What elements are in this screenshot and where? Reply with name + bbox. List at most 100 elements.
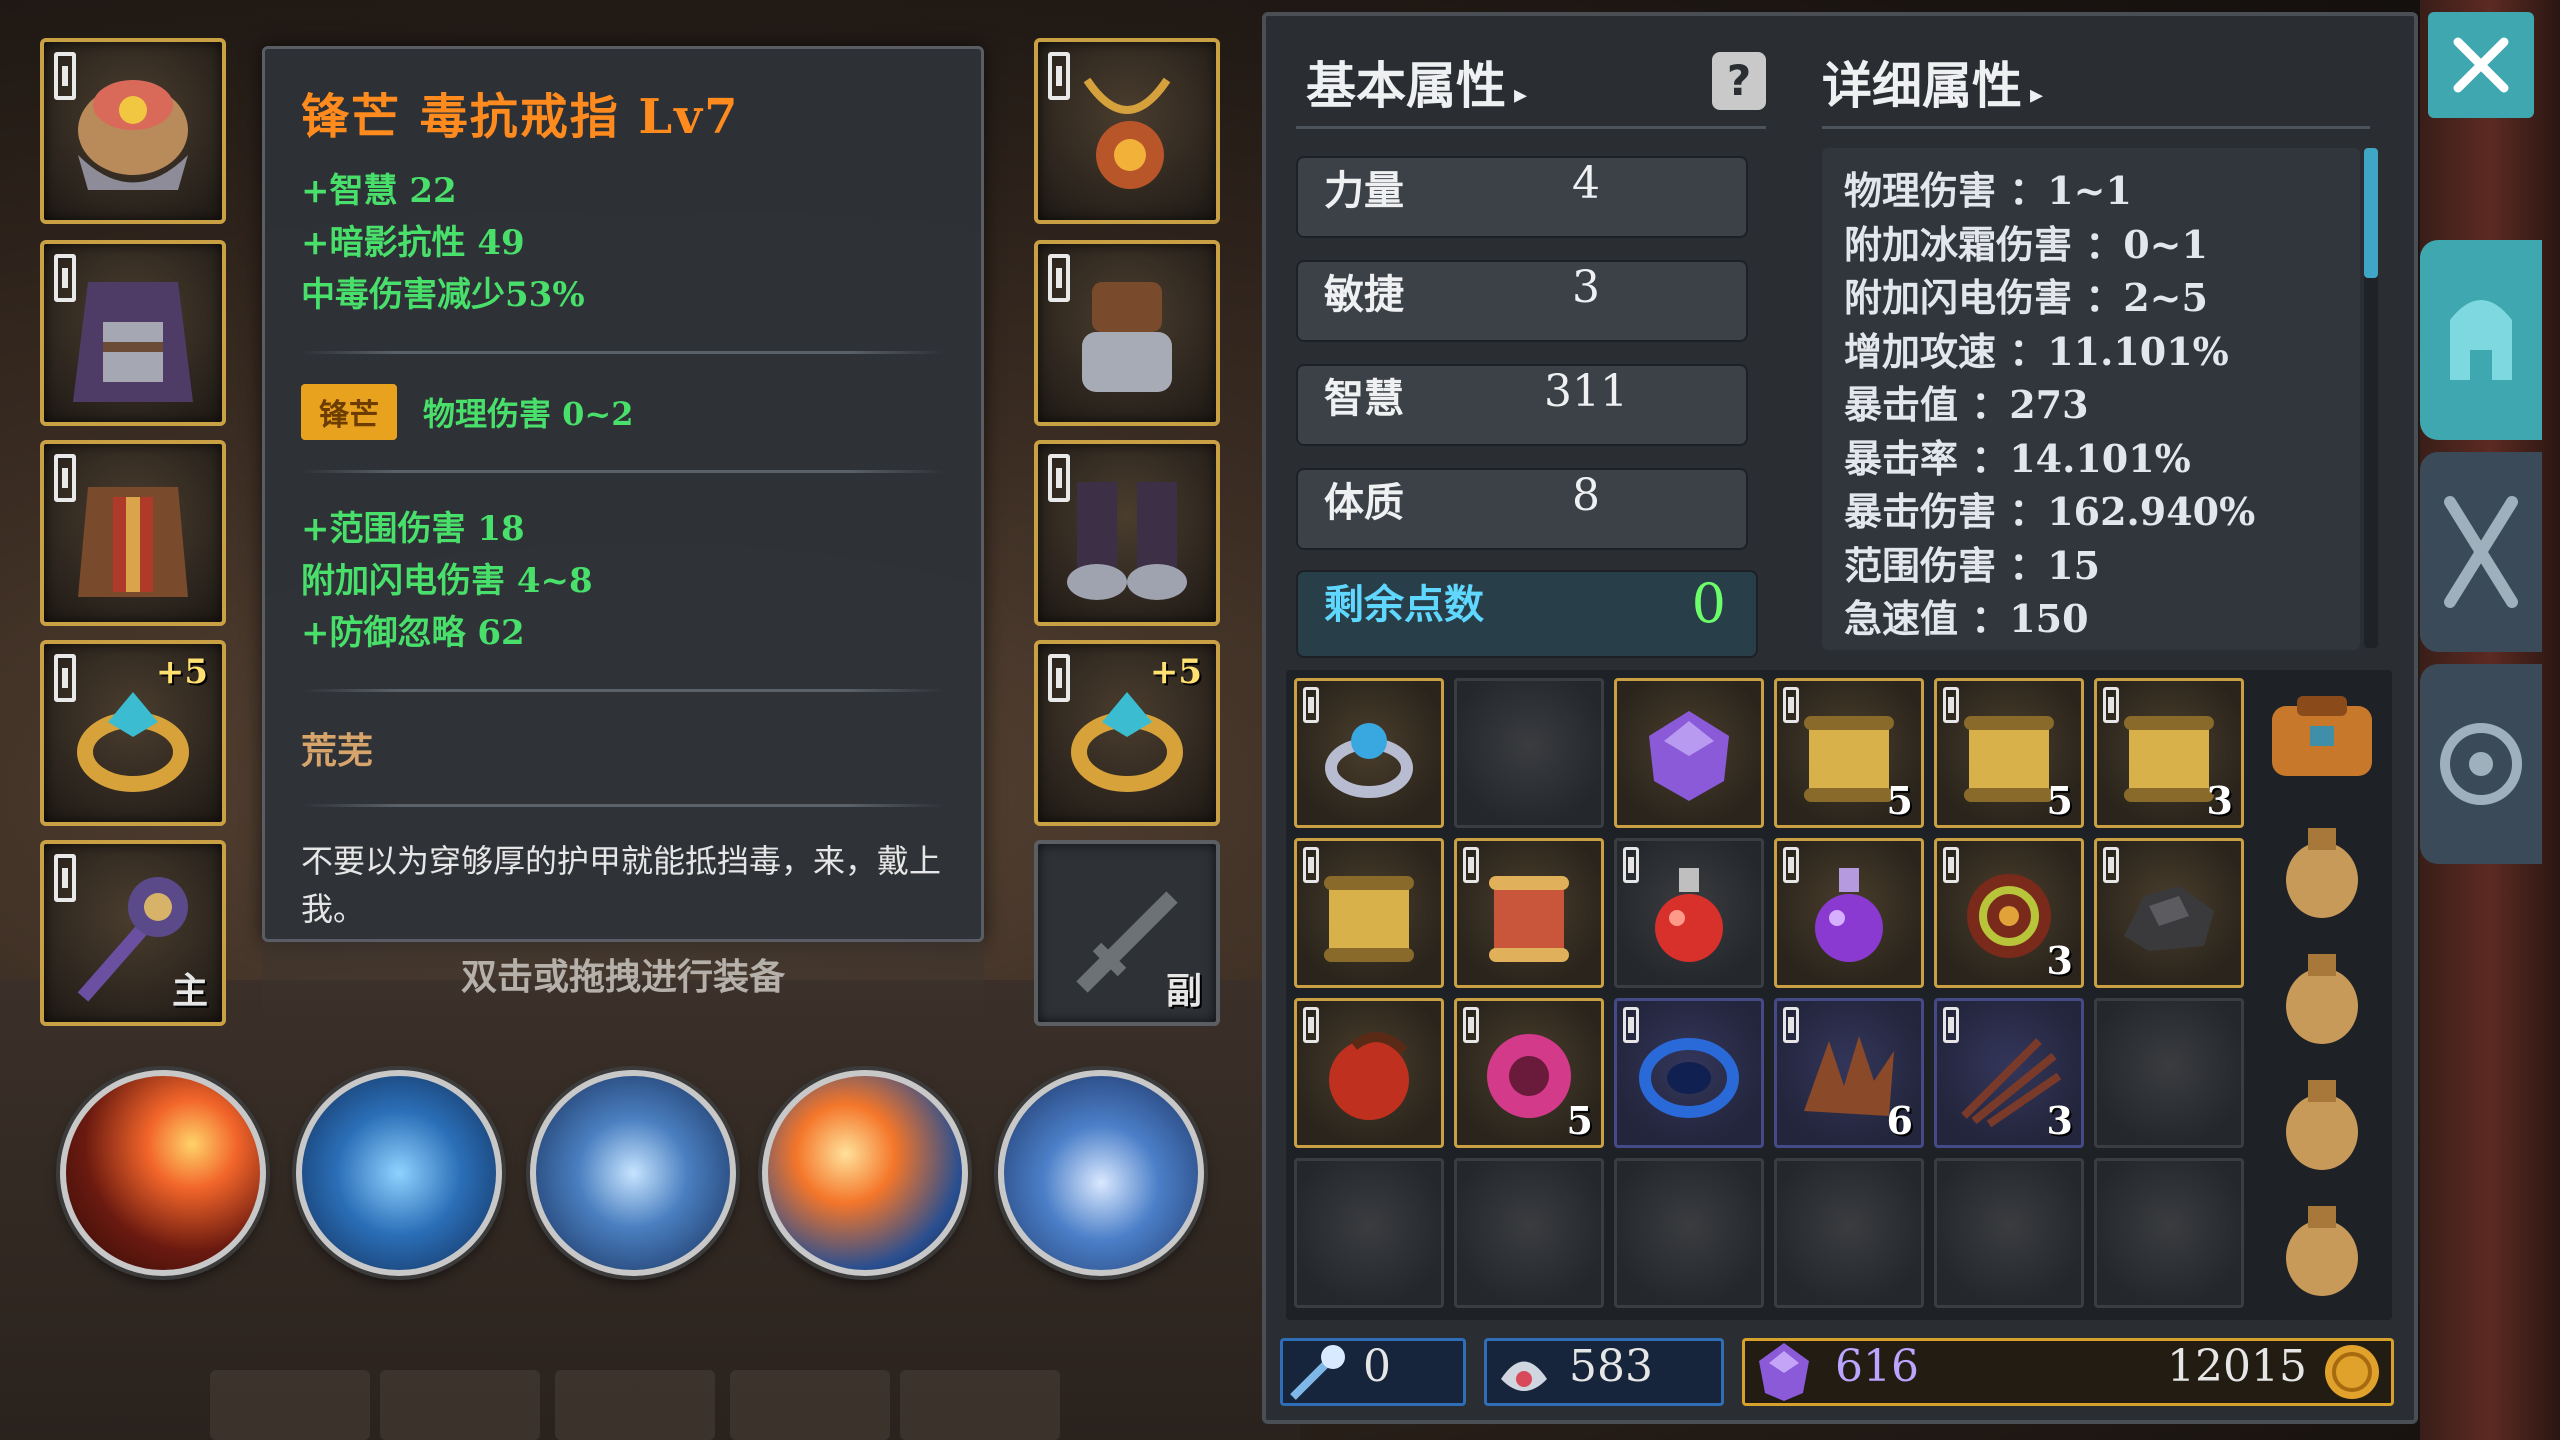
detail-attributes-tab[interactable]: 详细属性 ▸ xyxy=(1822,46,2043,118)
equip-slot-armor[interactable] xyxy=(40,440,226,626)
remaining-points-label: 剩余点数 xyxy=(1324,581,1484,628)
inventory-slot-empty[interactable] xyxy=(2094,998,2244,1148)
inventory-slot-scroll[interactable] xyxy=(1294,838,1444,988)
skill-fireball[interactable] xyxy=(60,1070,266,1276)
inventory-slot-empty[interactable] xyxy=(1934,1158,2084,1308)
crystal-icon xyxy=(1759,1343,1809,1401)
tab-skills[interactable] xyxy=(2420,452,2542,652)
divider xyxy=(301,351,945,354)
sword-icon xyxy=(1076,890,1178,993)
skill-meteor[interactable] xyxy=(762,1070,968,1276)
item-description: 不要以为穿够厚的护甲就能抵挡毒，来，戴上我。 xyxy=(301,842,942,928)
equip-slot-boots[interactable] xyxy=(1034,440,1220,626)
basic-attributes-tab[interactable]: 基本属性 ▸ xyxy=(1306,46,1527,118)
scroll-icon xyxy=(1324,875,1414,962)
detail-stat: 暴击率 ：14.101% xyxy=(1844,435,2191,481)
skill-lightning-orb[interactable] xyxy=(530,1070,736,1276)
red-orb-icon xyxy=(1329,1032,1409,1120)
equip-slot-ring-right[interactable]: +5 xyxy=(1034,640,1220,826)
detail-stats-list[interactable]: 物理伤害 ：1~1 附加冰霜伤害 ：0~1 附加闪电伤害 ：2~5 增加攻速 ：… xyxy=(1822,148,2360,650)
close-button[interactable] xyxy=(2428,12,2534,118)
caret-icon: ▸ xyxy=(1514,80,1528,110)
equip-slot-helmet[interactable] xyxy=(40,38,226,224)
skill-dash[interactable] xyxy=(998,1070,1204,1276)
inventory-slot-empty[interactable] xyxy=(1454,678,1604,828)
close-icon xyxy=(2453,37,2509,93)
purple-potion-icon xyxy=(1815,867,1883,962)
background-stone xyxy=(210,1370,370,1440)
item-count: 5 xyxy=(1566,1098,1593,1143)
stat-constitution: 体质 8 xyxy=(1296,468,1748,550)
item-count: 3 xyxy=(2046,938,2073,983)
equip-slot-ring-left[interactable]: +5 xyxy=(40,640,226,826)
detail-stat: 增加攻速 ：11.101% xyxy=(1844,328,2229,374)
inventory-slot-empty[interactable] xyxy=(1294,1158,1444,1308)
item-set-name: 荒芜 xyxy=(301,730,374,772)
helmet-tab-icon xyxy=(2450,300,2512,380)
item-extra-stat: +防御忽略 62 xyxy=(301,613,525,653)
inventory-slot-gem[interactable] xyxy=(1614,678,1764,828)
stat-agility: 敏捷 3 xyxy=(1296,260,1748,342)
equip-slot-necklace[interactable] xyxy=(1034,38,1220,224)
remaining-points-value: 0 xyxy=(1691,572,1726,635)
tab-settings[interactable] xyxy=(2420,664,2542,864)
inventory-slot-red-potion[interactable] xyxy=(1614,838,1764,988)
inventory-slot-empty[interactable] xyxy=(2094,1158,2244,1308)
inventory-slot-empty[interactable] xyxy=(1454,1158,1604,1308)
target-tab-icon xyxy=(2440,723,2522,805)
skill-ice-shield[interactable] xyxy=(296,1070,502,1276)
item-title: 锋芒 毒抗戒指 Lv7 xyxy=(301,89,740,145)
detail-scrollbar[interactable] xyxy=(2364,148,2378,648)
ore-icon xyxy=(2124,885,2214,951)
inventory-slot-fur[interactable]: 6 xyxy=(1774,998,1924,1148)
inventory-slot-scroll[interactable]: 3 xyxy=(2094,678,2244,828)
backpack-icon[interactable] xyxy=(2262,676,2382,796)
boots-icon xyxy=(1067,481,1187,600)
equip-slot-main-weapon[interactable]: 主 xyxy=(40,840,226,1026)
equip-slot-cloak[interactable] xyxy=(40,240,226,426)
help-icon[interactable]: ? xyxy=(1712,52,1766,110)
inventory-slot-empty[interactable] xyxy=(1774,1158,1924,1308)
equip-slot-gloves[interactable] xyxy=(1034,240,1220,426)
tab-equipment[interactable] xyxy=(2420,240,2542,440)
inventory-slot-ore[interactable] xyxy=(2094,838,2244,988)
pouch-icon[interactable] xyxy=(2262,1058,2382,1178)
stat-value: 4 xyxy=(1572,158,1600,209)
inventory-slot-blue-ring[interactable] xyxy=(1614,998,1764,1148)
inventory-slot-pink-essence[interactable]: 5 xyxy=(1454,998,1604,1148)
inventory-slot-purple-potion[interactable] xyxy=(1774,838,1924,988)
background-stone xyxy=(555,1370,715,1440)
pouch-icon[interactable] xyxy=(2262,932,2382,1052)
currency-gems-gold: 616 12015 xyxy=(1742,1338,2394,1406)
inventory-slot-red-scroll[interactable] xyxy=(1454,838,1604,988)
caret-icon: ▸ xyxy=(2030,80,2044,110)
background-stone xyxy=(900,1370,1060,1440)
item-count: 5 xyxy=(2046,778,2073,823)
item-extra-stat: 附加闪电伤害 4~8 xyxy=(301,561,593,601)
inventory-slot-empty[interactable] xyxy=(1614,1158,1764,1308)
pouch-icon[interactable] xyxy=(2262,806,2382,926)
inventory-slot-red-orb[interactable] xyxy=(1294,998,1444,1148)
scrollbar-thumb[interactable] xyxy=(2364,148,2378,278)
ring-icon xyxy=(1071,691,1183,792)
equip-hint: 双击或拖拽进行装备 xyxy=(262,942,984,1024)
pouch-icon[interactable] xyxy=(2262,1184,2382,1304)
divider xyxy=(1822,126,2370,129)
inventory-slot-quills[interactable]: 3 xyxy=(1934,998,2084,1148)
equip-slot-offhand[interactable]: 副 xyxy=(1034,840,1220,1026)
detail-stat: 附加冰霜伤害 ：0~1 xyxy=(1844,221,2208,267)
ring-icon xyxy=(1325,722,1413,798)
inventory-slot-scroll[interactable]: 5 xyxy=(1774,678,1924,828)
inventory-slot-scroll[interactable]: 5 xyxy=(1934,678,2084,828)
wand-count: 0 xyxy=(1363,1341,1391,1392)
detail-stat: 附加闪电伤害 ：2~5 xyxy=(1844,275,2208,320)
ring-icon xyxy=(77,691,189,792)
background-stone xyxy=(730,1370,890,1440)
inventory-slot-spiral[interactable]: 3 xyxy=(1934,838,2084,988)
basic-attributes-title: 基本属性 xyxy=(1306,56,1506,115)
helmet-icon xyxy=(78,79,188,190)
inventory-slot-ring[interactable] xyxy=(1294,678,1444,828)
item-count: 3 xyxy=(2206,778,2233,823)
detail-stat: 暴击值 ：273 xyxy=(1844,382,2089,427)
amulet-icon xyxy=(1083,77,1171,189)
